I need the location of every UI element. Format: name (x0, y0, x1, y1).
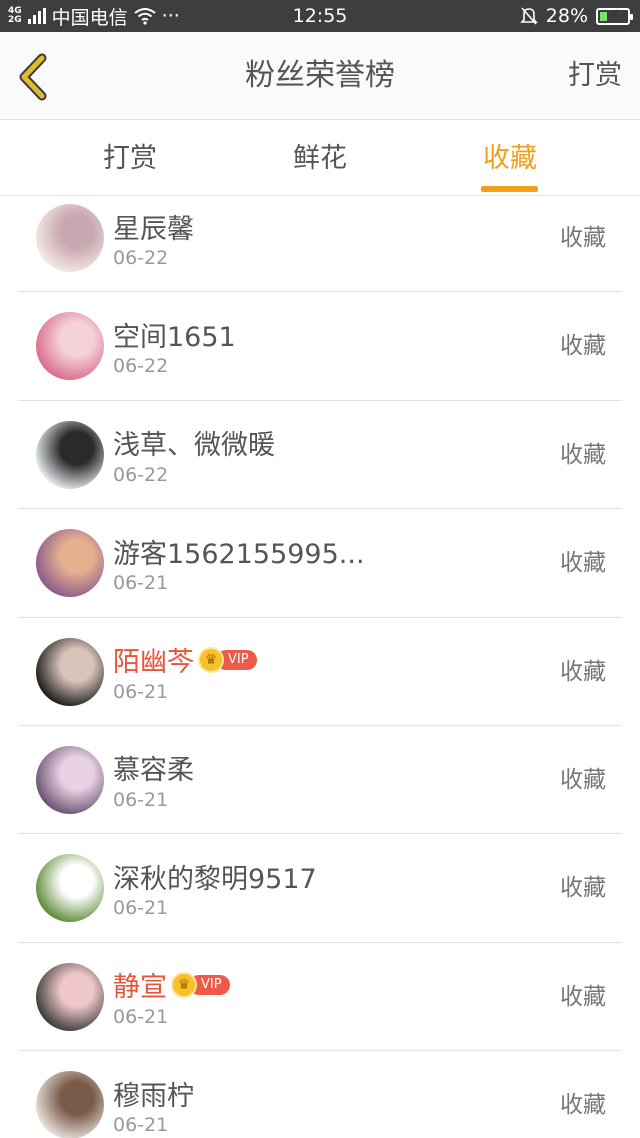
name-line: 浅草、微微暖 (113, 423, 275, 463)
avatar[interactable] (36, 312, 104, 381)
name-line: 空间1651 (113, 314, 236, 354)
avatar[interactable] (36, 745, 104, 814)
list-item[interactable]: 空间1651 06-22 收藏 (18, 292, 622, 401)
vip-badge: ♛ VIP (198, 646, 257, 673)
item-date: 06-21 (113, 1005, 169, 1028)
item-date: 06-22 (113, 463, 169, 486)
reward-button[interactable]: 打赏 (568, 32, 622, 120)
silent-bell-icon (519, 7, 538, 25)
fan-list: 星辰馨 06-22 收藏 空间1651 06-22 收藏 浅草、微微暖 06-22 收藏 游客15… (0, 184, 640, 1138)
list-item[interactable]: 穆雨柠 06-21 收藏 (18, 1051, 622, 1138)
item-date: 06-21 (113, 1114, 169, 1137)
user-name: 浅草、微微暖 (113, 430, 275, 462)
list-item[interactable]: 静宣 ♛ VIP 06-21 收藏 (18, 943, 622, 1052)
list-item[interactable]: 深秋的黎明9517 06-21 收藏 (18, 834, 622, 943)
avatar[interactable] (36, 962, 104, 1031)
item-date: 06-21 (113, 897, 169, 920)
crown-icon: ♛ (171, 971, 197, 998)
list-item[interactable]: 浅草、微微暖 06-22 收藏 (18, 401, 622, 510)
user-name: 穆雨柠 (113, 1080, 194, 1112)
list-item[interactable]: 陌幽芩 ♛ VIP 06-21 收藏 (18, 618, 622, 726)
avatar[interactable] (36, 854, 104, 923)
page-title: 粉丝荣誉榜 (245, 58, 395, 93)
charging-icon: ⚡ (609, 7, 619, 23)
item-action-label: 收藏 (560, 550, 606, 577)
item-action-label: 收藏 (560, 333, 606, 360)
name-line: 穆雨柠 (113, 1073, 194, 1113)
name-line: 游客1562155995... (113, 531, 365, 571)
list-item[interactable]: 游客1562155995... 06-21 收藏 (18, 509, 622, 618)
battery-percent: 28% (545, 5, 588, 27)
crown-icon: ♛ (198, 646, 224, 673)
vip-badge: ♛ VIP (171, 971, 230, 998)
user-name: 空间1651 (113, 321, 236, 353)
item-action-label: 收藏 (560, 1092, 606, 1119)
item-action-label: 收藏 (560, 225, 606, 251)
list-item[interactable]: 星辰馨 06-22 收藏 (18, 184, 622, 293)
battery-fill (600, 11, 607, 21)
user-name: 陌幽芩 (113, 647, 194, 679)
status-bar: 4G 2G 中国电信 ··· 12:55 28% ⚡ (0, 0, 640, 32)
avatar[interactable] (36, 204, 104, 272)
item-date: 06-21 (113, 788, 169, 811)
user-name: 游客1562155995... (113, 538, 365, 570)
item-action-label: 收藏 (560, 875, 606, 902)
item-action-label: 收藏 (560, 766, 606, 793)
battery-icon: ⚡ (596, 7, 633, 25)
user-name: 星辰馨 (113, 213, 194, 245)
user-name: 慕容柔 (113, 755, 194, 787)
item-action-label: 收藏 (560, 441, 606, 468)
item-action-label: 收藏 (560, 658, 606, 685)
item-date: 06-22 (113, 355, 169, 378)
avatar[interactable] (36, 637, 104, 706)
header: 粉丝荣誉榜 打赏 (0, 32, 640, 120)
user-name: 静宣 (113, 972, 167, 1004)
item-date: 06-22 (113, 247, 169, 269)
avatar[interactable] (36, 1071, 104, 1138)
name-line: 陌幽芩 ♛ VIP (113, 640, 257, 680)
name-line: 深秋的黎明9517 (113, 856, 317, 896)
name-line: 星辰馨 (113, 206, 194, 246)
status-right: 28% ⚡ (519, 0, 633, 32)
item-date: 06-21 (113, 572, 169, 595)
item-action-label: 收藏 (560, 983, 606, 1010)
avatar[interactable] (36, 420, 104, 489)
user-name: 深秋的黎明9517 (113, 863, 317, 895)
item-date: 06-21 (113, 680, 169, 703)
name-line: 静宣 ♛ VIP (113, 965, 230, 1005)
avatar[interactable] (36, 529, 104, 598)
name-line: 慕容柔 (113, 748, 194, 788)
list-item[interactable]: 慕容柔 06-21 收藏 (18, 726, 622, 835)
